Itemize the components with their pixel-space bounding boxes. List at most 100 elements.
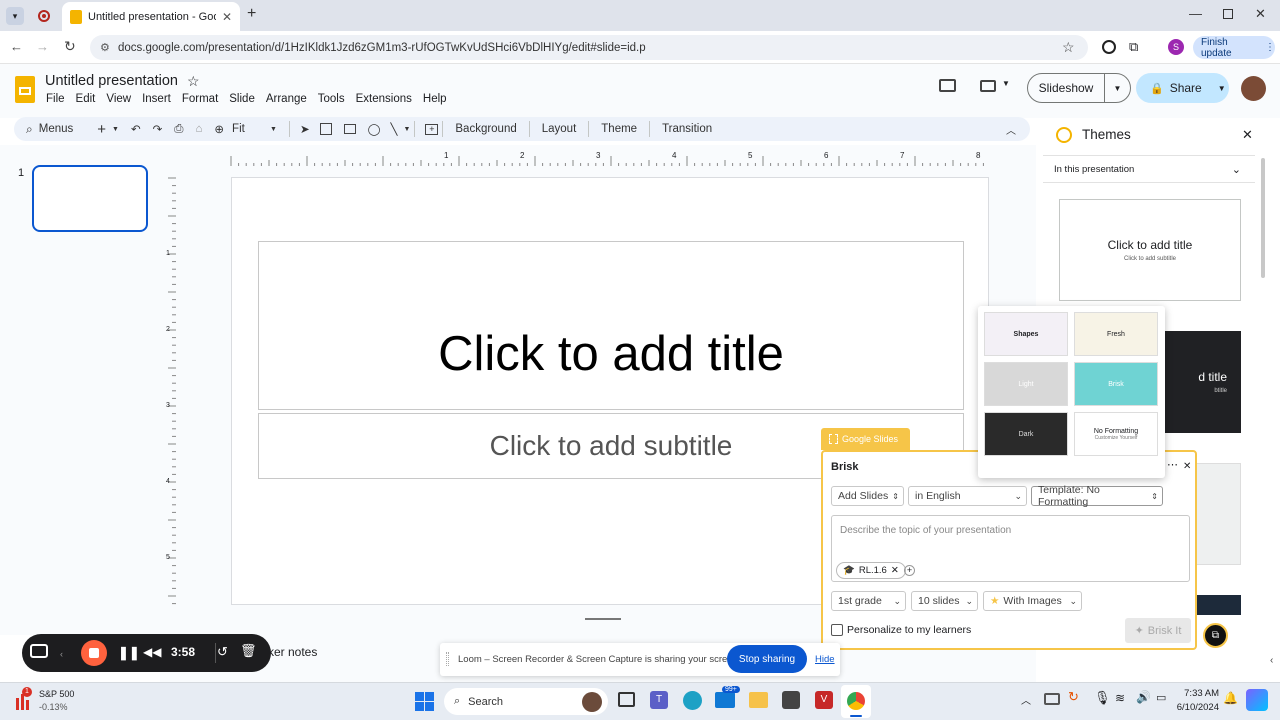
loom-restart-icon[interactable]: ↺ xyxy=(217,644,228,660)
tab-untitled-presentation[interactable]: Untitled presentation - Google ✕ xyxy=(62,2,240,31)
menu-arrange[interactable]: Arrange xyxy=(266,93,307,105)
finish-update-button[interactable]: Finish update ⋮ xyxy=(1193,36,1275,59)
profile-avatar[interactable]: S xyxy=(1168,39,1184,55)
close-tab-icon[interactable]: ✕ xyxy=(222,10,232,24)
windows-start-icon[interactable] xyxy=(415,692,434,711)
mail-icon[interactable] xyxy=(715,692,735,708)
menu-extensions[interactable]: Extensions xyxy=(356,93,412,105)
standard-chip[interactable]: 🎓 RL.1.6 ✕ xyxy=(836,562,906,579)
clock-time[interactable]: 7:33 AM xyxy=(1183,688,1219,699)
select-cursor-icon[interactable]: ➤ xyxy=(300,122,310,136)
document-title[interactable]: Untitled presentation xyxy=(45,73,178,89)
template-no-formatting[interactable]: No Formatting Customize Yourself xyxy=(1074,412,1158,456)
extensions-puzzle-icon[interactable]: ⧉ xyxy=(1129,39,1138,55)
template-shapes[interactable]: Shapes xyxy=(984,312,1068,356)
slideshow-button[interactable]: Slideshow ▼ xyxy=(1027,73,1131,103)
forward-icon[interactable]: → xyxy=(36,39,49,54)
brisk-images-select[interactable]: ★ With Images ⌄ xyxy=(983,591,1082,611)
microphone-icon[interactable]: 🎙 xyxy=(1094,690,1111,706)
shape-icon[interactable]: ◯ xyxy=(368,122,381,136)
task-view-icon[interactable] xyxy=(618,692,635,707)
meet-camera-icon[interactable] xyxy=(980,80,996,92)
brisk-action-select[interactable]: Add Slides ⇕ xyxy=(831,486,904,506)
background-button[interactable]: Background xyxy=(455,123,516,135)
undo-icon[interactable]: ↶ xyxy=(131,122,141,136)
menus-search-label[interactable]: Menus xyxy=(39,123,74,135)
close-window-icon[interactable]: ✕ xyxy=(1255,6,1266,22)
copilot-icon[interactable] xyxy=(1246,689,1268,711)
add-standard-icon[interactable]: + xyxy=(904,565,915,576)
menu-insert[interactable]: Insert xyxy=(142,93,171,105)
menu-edit[interactable]: Edit xyxy=(76,93,96,105)
print-icon[interactable]: ⎙ xyxy=(174,123,183,136)
edge-icon[interactable] xyxy=(683,691,702,710)
menu-tools[interactable]: Tools xyxy=(318,93,345,105)
minimize-icon[interactable]: — xyxy=(1189,6,1202,21)
brisk-topic-textarea[interactable]: Describe the topic of your presentation … xyxy=(831,515,1190,582)
star-icon[interactable]: ☆ xyxy=(187,73,200,90)
transition-button[interactable]: Transition xyxy=(662,123,712,135)
line-dropdown-icon[interactable]: ▼ xyxy=(403,126,410,133)
teams-icon[interactable]: T xyxy=(650,691,668,709)
user-avatar[interactable] xyxy=(1241,76,1266,101)
theme-thumbnail-simple-light[interactable]: Click to add title Click to add subtitle xyxy=(1059,199,1241,301)
template-fresh[interactable]: Fresh xyxy=(1074,312,1158,356)
collapse-toolbar-icon[interactable]: ︿ xyxy=(1006,122,1016,137)
bookmark-star-icon[interactable]: ☆ xyxy=(1062,39,1075,56)
notification-bell-icon[interactable]: 🔔 xyxy=(1223,691,1238,705)
line-icon[interactable]: ╲ xyxy=(391,122,398,136)
zoom-dropdown-icon[interactable]: ▼ xyxy=(270,126,277,133)
remove-chip-icon[interactable]: ✕ xyxy=(891,565,899,576)
brisk-it-button[interactable]: ✦ Brisk It xyxy=(1125,618,1191,643)
slide-thumbnail[interactable] xyxy=(32,165,148,232)
store-icon[interactable] xyxy=(782,691,800,709)
title-placeholder[interactable]: Click to add title xyxy=(258,241,964,410)
taskbar-search-box[interactable]: ⌕ Search xyxy=(444,688,608,715)
wifi-icon[interactable]: ≋ xyxy=(1115,691,1125,705)
reload-icon[interactable]: ↻ xyxy=(64,38,76,55)
menu-file[interactable]: File xyxy=(46,93,65,105)
close-themes-icon[interactable]: ✕ xyxy=(1242,127,1253,143)
maximize-icon[interactable] xyxy=(1223,9,1233,19)
brisk-template-select[interactable]: Template: No Formatting ⇕ xyxy=(1031,484,1163,508)
battery-icon[interactable]: ▭ xyxy=(1156,691,1166,704)
menu-format[interactable]: Format xyxy=(182,93,218,105)
menu-slide[interactable]: Slide xyxy=(229,93,255,105)
loom-delete-icon[interactable]: 🗑 xyxy=(240,643,257,659)
slides-logo-icon[interactable] xyxy=(15,76,35,103)
tray-app-icon[interactable] xyxy=(1044,693,1060,705)
menu-help[interactable]: Help xyxy=(423,93,447,105)
volume-icon[interactable]: 🔊 xyxy=(1136,690,1151,704)
themes-scrollbar[interactable] xyxy=(1261,158,1265,278)
template-dark[interactable]: Dark xyxy=(984,412,1068,456)
clock-date[interactable]: 6/10/2024 xyxy=(1170,702,1219,713)
extension-brisk-icon[interactable] xyxy=(1102,40,1116,54)
side-panel-toggle-icon[interactable]: ‹ xyxy=(1270,655,1273,666)
menu-view[interactable]: View xyxy=(106,93,131,105)
insert-image-icon[interactable] xyxy=(343,124,356,134)
notes-resize-handle[interactable] xyxy=(585,618,621,620)
slideshow-dropdown-icon[interactable]: ▼ xyxy=(1105,84,1130,93)
text-box-icon[interactable] xyxy=(319,123,332,135)
brisk-grade-select[interactable]: 1st grade ⌄ xyxy=(831,591,906,611)
insert-comment-icon[interactable]: + xyxy=(425,123,439,135)
url-bar[interactable]: ⚙ docs.google.com/presentation/d/1HzIKld… xyxy=(90,35,1088,60)
new-tab-icon[interactable]: + xyxy=(247,5,256,23)
comments-icon[interactable] xyxy=(939,79,956,92)
tray-chevron-icon[interactable]: ︿ xyxy=(1021,692,1031,707)
tab-search-icon[interactable]: ▾ xyxy=(6,7,24,25)
stop-sharing-button[interactable]: Stop sharing xyxy=(727,645,807,673)
brisk-language-select[interactable]: in English ⌄ xyxy=(908,486,1027,506)
themes-section-dropdown[interactable]: In this presentation ⌄ xyxy=(1043,155,1255,183)
brisk-launcher-icon[interactable]: ⧉ xyxy=(1203,623,1228,648)
drag-handle-icon[interactable] xyxy=(446,652,449,666)
chrome-taskbar-button[interactable] xyxy=(841,685,871,718)
loom-pause-icon[interactable]: ❚❚ xyxy=(118,645,140,661)
stock-widget-icon[interactable]: 1 xyxy=(14,687,36,712)
loom-collapse-icon[interactable]: ‹ xyxy=(60,649,63,659)
express-vpn-icon[interactable]: V xyxy=(815,691,833,709)
personalize-checkbox[interactable] xyxy=(831,624,843,636)
tray-sync-icon[interactable]: ↻ xyxy=(1068,689,1079,705)
paint-format-icon[interactable]: ⌂ xyxy=(195,123,202,135)
brisk-more-icon[interactable]: ⋯ xyxy=(1167,458,1178,471)
